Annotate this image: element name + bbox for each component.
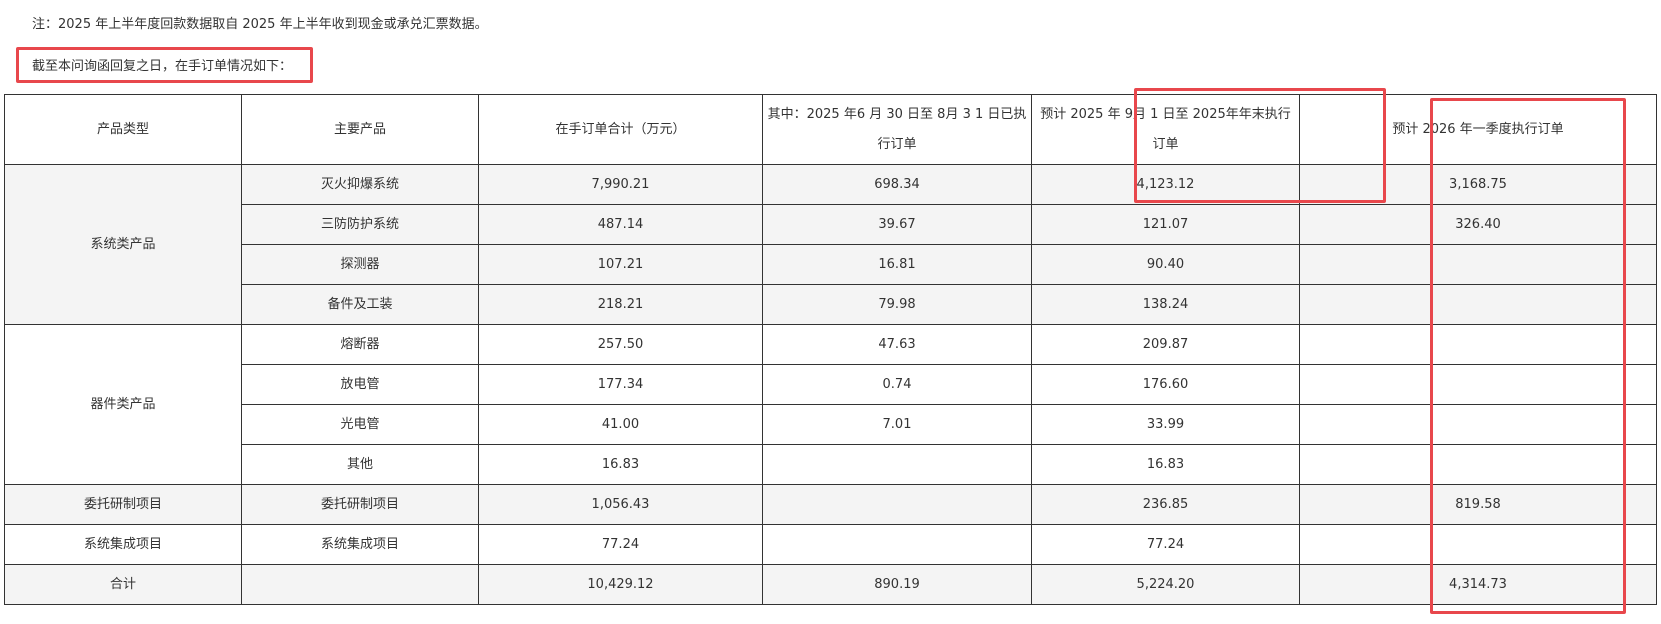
cell-total: 1,056.43 [478, 484, 763, 525]
cell-expected-2026q1: 4,314.73 [1299, 564, 1657, 605]
cell-expected-2026q1 [1299, 404, 1657, 445]
cell-product: 灭火抑爆系统 [241, 164, 479, 205]
cell-product: 探测器 [241, 244, 479, 285]
cell-expected-2025: 77.24 [1031, 524, 1300, 565]
group-device: 器件类产品 [4, 324, 242, 485]
table-row: 委托研制项目 委托研制项目 1,056.43 236.85 819.58 [4, 484, 1657, 525]
cell-expected-2025: 209.87 [1031, 324, 1300, 365]
cell-executed [762, 524, 1032, 565]
header-main-product: 主要产品 [241, 94, 479, 165]
table-row: 其他 16.83 16.83 [5, 444, 1657, 485]
cell-total: 41.00 [478, 404, 763, 445]
group-system: 系统类产品 [4, 164, 242, 325]
cell-expected-2026q1: 326.40 [1299, 204, 1657, 245]
table-row: 光电管 41.00 7.01 33.99 [5, 404, 1657, 445]
table-row: 探测器 107.21 16.81 90.40 [5, 244, 1657, 285]
cell-expected-2025: 5,224.20 [1031, 564, 1300, 605]
cell-executed: 39.67 [762, 204, 1032, 245]
cell-total: 107.21 [478, 244, 763, 285]
cell-executed: 698.34 [762, 164, 1032, 205]
cell-executed: 47.63 [762, 324, 1032, 365]
cell-expected-2026q1 [1299, 364, 1657, 405]
cell-expected-2025: 33.99 [1031, 404, 1300, 445]
cell-executed: 0.74 [762, 364, 1032, 405]
cell-product: 系统集成项目 [241, 524, 479, 565]
cell-product: 备件及工装 [241, 284, 479, 325]
group-commission: 委托研制项目 [4, 484, 242, 525]
cell-total: 487.14 [478, 204, 763, 245]
cell-executed: 890.19 [762, 564, 1032, 605]
cell-expected-2026q1: 819.58 [1299, 484, 1657, 525]
cell-product: 放电管 [241, 364, 479, 405]
cell-expected-2025: 90.40 [1031, 244, 1300, 285]
cell-product: 三防防护系统 [241, 204, 479, 245]
group-integration: 系统集成项目 [4, 524, 242, 565]
cell-product: 其他 [241, 444, 479, 485]
header-expected-2026q1: 预计 2026 年一季度执行订单 [1299, 94, 1657, 165]
table-note: 注：2025 年上半年度回款数据取自 2025 年上半年收到现金或承兑汇票数据。 [32, 17, 488, 32]
cell-executed [762, 444, 1032, 485]
cell-expected-2026q1 [1299, 444, 1657, 485]
header-expected-2025: 预计 2025 年 9月 1 日至 2025年年末执行订单 [1031, 94, 1300, 165]
table-intro: 截至本问询函回复之日，在手订单情况如下： [32, 59, 293, 74]
cell-product [241, 564, 479, 605]
cell-executed [762, 484, 1032, 525]
table-row: 系统集成项目 系统集成项目 77.24 77.24 [4, 524, 1657, 565]
cell-expected-2025: 121.07 [1031, 204, 1300, 245]
cell-expected-2026q1: 3,168.75 [1299, 164, 1657, 205]
table-header-row: 产品类型 主要产品 在手订单合计（万元） 其中：2025 年6 月 30 日至 … [4, 94, 1657, 165]
header-total-orders: 在手订单合计（万元） [478, 94, 763, 165]
cell-total: 218.21 [478, 284, 763, 325]
header-executed: 其中：2025 年6 月 30 日至 8月 3 1 日已执行订单 [762, 94, 1032, 165]
total-row: 合计 10,429.12 890.19 5,224.20 4,314.73 [4, 564, 1657, 605]
cell-executed: 7.01 [762, 404, 1032, 445]
cell-total: 257.50 [478, 324, 763, 365]
cell-product: 熔断器 [241, 324, 479, 365]
cell-expected-2026q1 [1299, 524, 1657, 565]
cell-total: 16.83 [478, 444, 763, 485]
cell-expected-2025: 4,123.12 [1031, 164, 1300, 205]
cell-executed: 79.98 [762, 284, 1032, 325]
table-row: 系统类产品 灭火抑爆系统 7,990.21 698.34 4,123.12 3,… [4, 164, 1657, 325]
cell-executed: 16.81 [762, 244, 1032, 285]
cell-expected-2025: 176.60 [1031, 364, 1300, 405]
cell-expected-2026q1 [1299, 284, 1657, 325]
cell-expected-2025: 236.85 [1031, 484, 1300, 525]
cell-product: 委托研制项目 [241, 484, 479, 525]
table-row: 器件类产品 熔断器 257.50 47.63 209.87 [4, 324, 1657, 485]
cell-expected-2025: 16.83 [1031, 444, 1300, 485]
cell-total: 177.34 [478, 364, 763, 405]
cell-expected-2026q1 [1299, 244, 1657, 285]
cell-expected-2025: 138.24 [1031, 284, 1300, 325]
table-row: 三防防护系统 487.14 39.67 121.07 326.40 [5, 204, 1657, 245]
header-product-type: 产品类型 [4, 94, 242, 165]
group-total: 合计 [4, 564, 242, 605]
cell-expected-2026q1 [1299, 324, 1657, 365]
order-table: 产品类型 主要产品 在手订单合计（万元） 其中：2025 年6 月 30 日至 … [4, 94, 1657, 605]
cell-total: 10,429.12 [478, 564, 763, 605]
cell-total: 77.24 [478, 524, 763, 565]
table-row: 备件及工装 218.21 79.98 138.24 [5, 284, 1657, 325]
table-row: 放电管 177.34 0.74 176.60 [5, 364, 1657, 405]
cell-product: 光电管 [241, 404, 479, 445]
cell-total: 7,990.21 [478, 164, 763, 205]
